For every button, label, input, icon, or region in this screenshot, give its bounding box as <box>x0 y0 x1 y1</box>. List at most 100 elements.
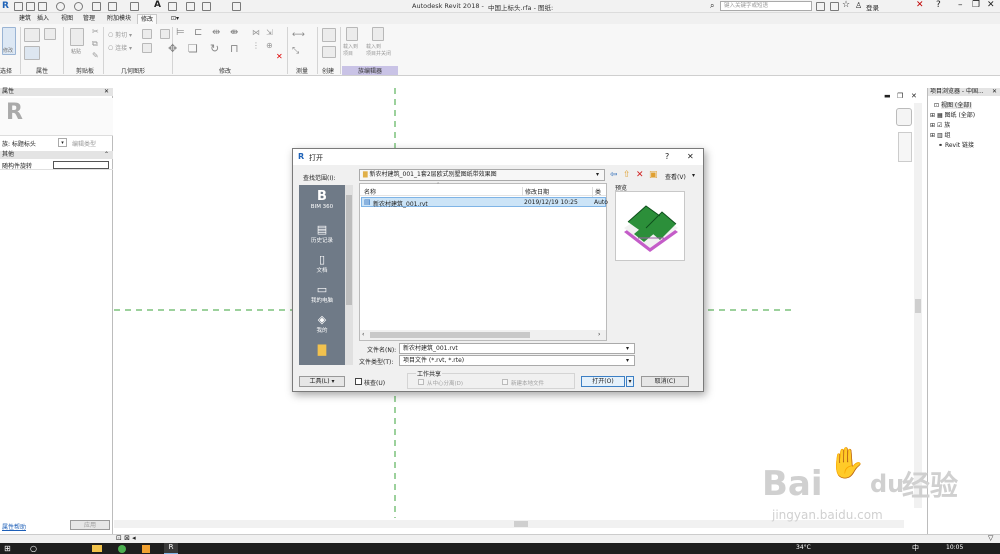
expand-icon[interactable]: ⊞ <box>930 112 935 119</box>
maximize-button[interactable]: ❐ <box>972 0 980 10</box>
save-icon[interactable] <box>26 2 35 11</box>
filename-input[interactable]: 新农村建筑_001.rvt ▾ <box>399 343 635 354</box>
3d-view-icon[interactable] <box>168 2 177 11</box>
tab-architecture[interactable]: 建筑 <box>16 14 34 24</box>
file-list[interactable]: 名称 ⌃ 修改日期 类型 ▤ 新农村建筑_001.rvt 2019/12/19 … <box>359 182 608 341</box>
cut-geometry-icon[interactable] <box>142 29 152 39</box>
filetype-select[interactable]: 项目文件 (*.rvt, *.rte) ▾ <box>399 355 635 366</box>
lookin-dropdown[interactable]: ▇ 新农村建筑_001_1套2层欧式别墅图纸带效果图 ▾ <box>359 169 605 181</box>
places-scrollbar[interactable] <box>345 185 353 365</box>
view-close-icon[interactable]: ✕ <box>911 92 917 100</box>
search-taskbar-icon[interactable]: ○ <box>30 544 37 553</box>
file-list-hscroll[interactable]: ‹ › <box>360 330 606 340</box>
dialog-help-button[interactable]: ? <box>665 152 669 161</box>
group-header-other[interactable]: 其他 ⌃ <box>0 151 113 159</box>
section-icon[interactable] <box>186 2 195 11</box>
mirror-icon[interactable]: ⇹ <box>212 27 220 38</box>
vertical-scroll-thumb[interactable] <box>915 299 921 313</box>
view-menu[interactable]: 查看(V) <box>665 172 686 181</box>
create-group-icon[interactable] <box>322 28 336 42</box>
dimension-icon[interactable] <box>130 2 139 11</box>
exchange-apps-icon[interactable]: ✕ <box>916 0 924 10</box>
status-icons[interactable]: ⊡ ⊠ ◂ <box>116 534 136 542</box>
copy-element-icon[interactable]: ❏ <box>188 42 198 55</box>
column-date[interactable]: 修改日期 <box>522 187 549 196</box>
user-icon[interactable]: ♙ <box>855 1 862 10</box>
delete-icon[interactable]: ✕ <box>276 52 283 61</box>
text-tool-icon[interactable]: A <box>154 0 161 10</box>
help-icon[interactable]: ? <box>936 0 941 10</box>
up-folder-icon[interactable]: ⇧ <box>623 170 631 180</box>
view-cube-icon[interactable] <box>896 108 912 126</box>
tab-modify[interactable]: 修改 <box>137 14 158 24</box>
close-window-button[interactable]: ✕ <box>987 0 995 10</box>
open-options-button[interactable]: ▾ <box>626 376 634 387</box>
binoculars-icon[interactable]: ⌕ <box>710 1 714 11</box>
place-network[interactable]: ◈ 我的 <box>299 313 345 334</box>
revit-logo-icon[interactable]: R <box>2 1 9 11</box>
tools-button[interactable]: 工具(L) ▾ <box>299 376 345 387</box>
open-icon[interactable] <box>14 2 23 11</box>
place-favorites[interactable]: ▇ <box>299 343 345 356</box>
switch-windows-icon[interactable] <box>232 2 241 11</box>
join-geometry-icon[interactable] <box>142 43 152 53</box>
load-and-close-button[interactable]: 载入到 项目并关闭 <box>366 44 391 58</box>
undo-icon[interactable] <box>56 2 65 11</box>
cut-icon[interactable]: ✂ <box>92 27 99 36</box>
view-restore-icon[interactable]: ❐ <box>897 92 903 100</box>
load-into-project-button[interactable]: 载入到 项目 <box>343 44 358 58</box>
family-type-dropdown-icon[interactable]: ▾ <box>58 138 67 147</box>
filter-icon[interactable]: ▽ <box>988 534 993 542</box>
pin-icon[interactable]: ⊕ <box>266 41 273 50</box>
tree-item-views[interactable]: ⊡ 视图 (全部) <box>934 100 972 109</box>
places-scroll-thumb[interactable] <box>346 195 352 305</box>
move-icon[interactable]: ✥ <box>168 42 177 55</box>
measure-icon[interactable] <box>108 2 117 11</box>
cancel-button[interactable]: 取消(C) <box>641 376 689 387</box>
family-types-icon[interactable] <box>44 28 56 40</box>
paste-icon[interactable] <box>70 28 84 46</box>
sync-icon[interactable] <box>38 2 47 11</box>
copy-icon[interactable]: ⧉ <box>92 39 98 49</box>
place-bim360[interactable]: B BIM 360 <box>299 189 345 210</box>
match-type-icon[interactable]: ✎ <box>92 51 99 60</box>
explorer-taskbar-icon[interactable] <box>92 545 102 552</box>
expand-icon[interactable]: ⊞ <box>930 122 935 129</box>
array-icon[interactable]: ⋮ <box>252 41 260 50</box>
close-properties-icon[interactable]: ✕ <box>104 88 109 96</box>
place-documents[interactable]: ▯ 文档 <box>299 253 345 274</box>
dimension-tool-icon[interactable]: ⤡ <box>292 46 299 56</box>
tree-item-revit-links[interactable]: ⚭ Revit 链接 <box>938 140 974 149</box>
column-name[interactable]: 名称 <box>364 187 376 196</box>
family-type-row[interactable]: 族: 标题标头 ▾ 编辑类型 <box>0 138 113 148</box>
mirror-draw-icon[interactable]: ⇼ <box>230 27 238 38</box>
revit-taskbar-icon[interactable]: R <box>164 543 178 554</box>
ime-indicator[interactable]: 中 <box>912 543 919 553</box>
offset-icon[interactable]: ⊏ <box>194 27 202 38</box>
tree-item-sheets[interactable]: ⊞ ▦ 图纸 (全部) <box>930 110 975 119</box>
trim-icon[interactable]: ⊓ <box>230 42 239 55</box>
join-icon[interactable]: ⎔ 连接 ▾ <box>108 43 132 52</box>
back-icon[interactable]: ⇦ <box>610 170 618 180</box>
open-button[interactable]: 打开(O) <box>581 376 625 387</box>
collapse-icon[interactable]: ⌃ <box>104 151 109 159</box>
create-similar-icon[interactable] <box>322 46 336 58</box>
view-minimize-icon[interactable]: ▬ <box>884 92 891 100</box>
place-history[interactable]: ▤ 历史记录 <box>299 223 345 244</box>
tree-item-families[interactable]: ⊞ ☑ 族 <box>930 120 950 129</box>
audit-checkbox[interactable] <box>355 378 362 385</box>
load-into-project-icon[interactable] <box>346 27 358 41</box>
edit-type-button[interactable]: 编辑类型 <box>72 139 96 148</box>
delete-file-icon[interactable]: ✕ <box>636 170 644 180</box>
properties-icon[interactable] <box>24 28 40 42</box>
app-taskbar-icon[interactable] <box>142 545 150 553</box>
minimize-button[interactable]: – <box>958 0 963 10</box>
view-menu-chevron-icon[interactable]: ▾ <box>692 172 695 179</box>
new-local-checkbox[interactable] <box>502 379 508 385</box>
thin-lines-icon[interactable] <box>202 2 211 11</box>
login-link[interactable]: 登录 <box>866 2 879 12</box>
dialog-close-button[interactable]: ✕ <box>687 152 694 161</box>
navigation-bar[interactable] <box>898 132 912 162</box>
tab-view[interactable]: 视图 <box>58 14 76 24</box>
close-browser-icon[interactable]: ✕ <box>992 88 997 96</box>
